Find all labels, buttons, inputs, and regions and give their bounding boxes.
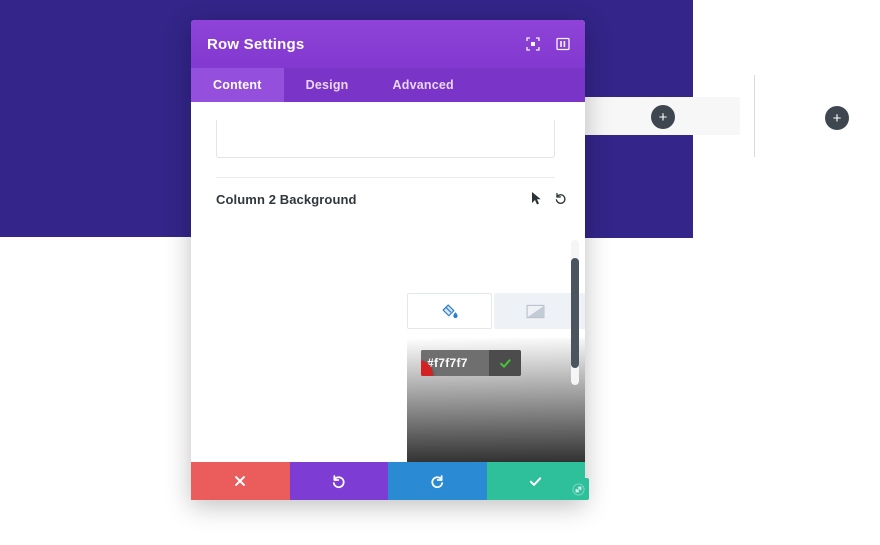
add-row-button[interactable]: + xyxy=(651,105,675,129)
resize-diagonal-icon[interactable] xyxy=(567,478,589,500)
modal-body: Column 2 Background #f7f7f7 xyxy=(191,102,585,462)
builder-screen: + + Row Settings Content Design Advanced… xyxy=(0,0,880,545)
column2-background-label: Column 2 Background xyxy=(216,192,357,207)
background-color-tab[interactable] xyxy=(407,293,492,329)
background-image-tab[interactable] xyxy=(579,293,585,329)
layout-columns-icon[interactable] xyxy=(555,36,571,52)
background-gradient-tab[interactable] xyxy=(494,293,577,329)
column2-background-type-tabs xyxy=(407,293,585,329)
canvas-vertical-divider xyxy=(754,75,755,157)
hex-input-group: 1 xyxy=(421,350,521,376)
hex-confirm-button[interactable] xyxy=(489,350,521,376)
partial-input-field[interactable] xyxy=(216,120,555,158)
tab-content[interactable]: Content xyxy=(191,68,284,102)
canvas-lower-block xyxy=(585,135,693,238)
cursor-icon[interactable] xyxy=(531,191,542,205)
column2-label-icons xyxy=(531,191,567,205)
reset-icon[interactable] xyxy=(554,192,567,205)
modal-footer xyxy=(191,462,585,500)
modal-scrollbar-thumb[interactable] xyxy=(571,258,579,368)
fullscreen-icon[interactable] xyxy=(525,36,541,52)
cancel-button[interactable] xyxy=(191,462,290,500)
tab-design[interactable]: Design xyxy=(284,68,371,102)
modal-header-actions xyxy=(525,20,571,68)
page-title: Row Settings xyxy=(207,35,305,53)
row-settings-modal: Row Settings Content Design Advanced Col… xyxy=(191,20,585,500)
redo-button[interactable] xyxy=(388,462,487,500)
add-section-button[interactable]: + xyxy=(825,106,849,130)
tab-advanced[interactable]: Advanced xyxy=(371,68,476,102)
color-picker[interactable]: 1 xyxy=(407,338,585,462)
undo-button[interactable] xyxy=(289,462,388,500)
section-divider xyxy=(216,177,555,178)
modal-header: Row Settings xyxy=(191,20,585,68)
modal-tab-bar: Content Design Advanced xyxy=(191,68,585,102)
